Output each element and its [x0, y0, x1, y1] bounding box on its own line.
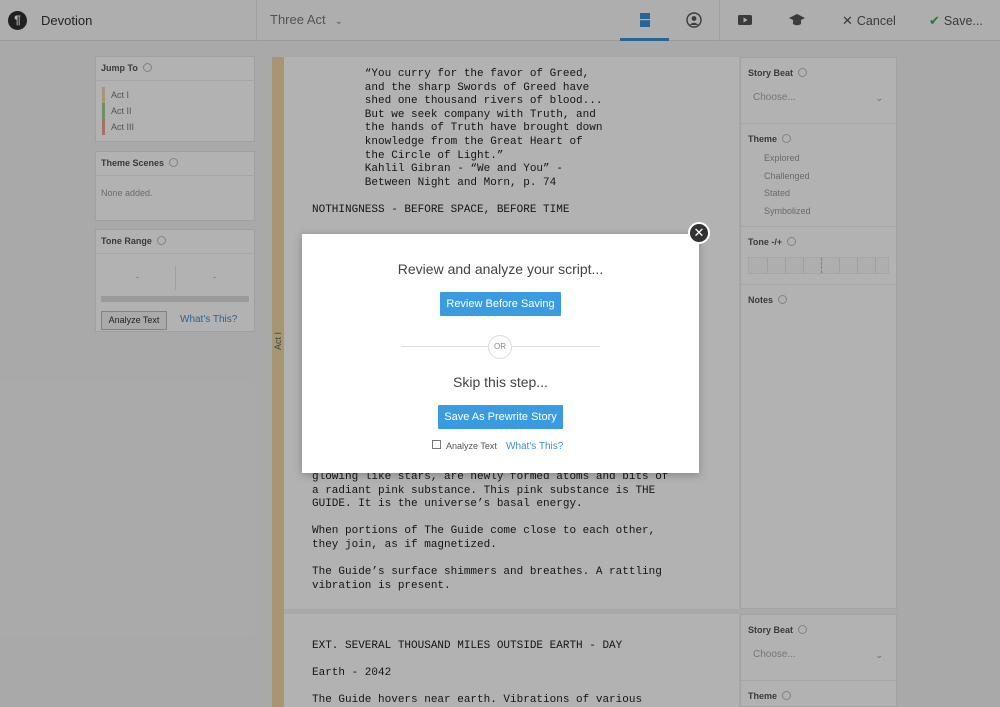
close-dialog-icon[interactable]: ✕ [688, 222, 710, 244]
or-separator: OR [488, 335, 512, 359]
review-before-saving-button[interactable]: Review Before Saving [440, 292, 561, 316]
divider [401, 346, 489, 347]
analyze-text-label[interactable]: Analyze Text [446, 441, 497, 451]
analyze-text-checkbox[interactable] [432, 440, 441, 449]
save-dialog: Review and analyze your script... Review… [302, 234, 699, 473]
whats-this-link[interactable]: What's This? [506, 441, 563, 452]
save-as-prewrite-button[interactable]: Save As Prewrite Story [438, 405, 563, 429]
dialog-title: Review and analyze your script... [397, 261, 604, 277]
skip-title: Skip this step... [453, 374, 548, 390]
divider [512, 346, 600, 347]
